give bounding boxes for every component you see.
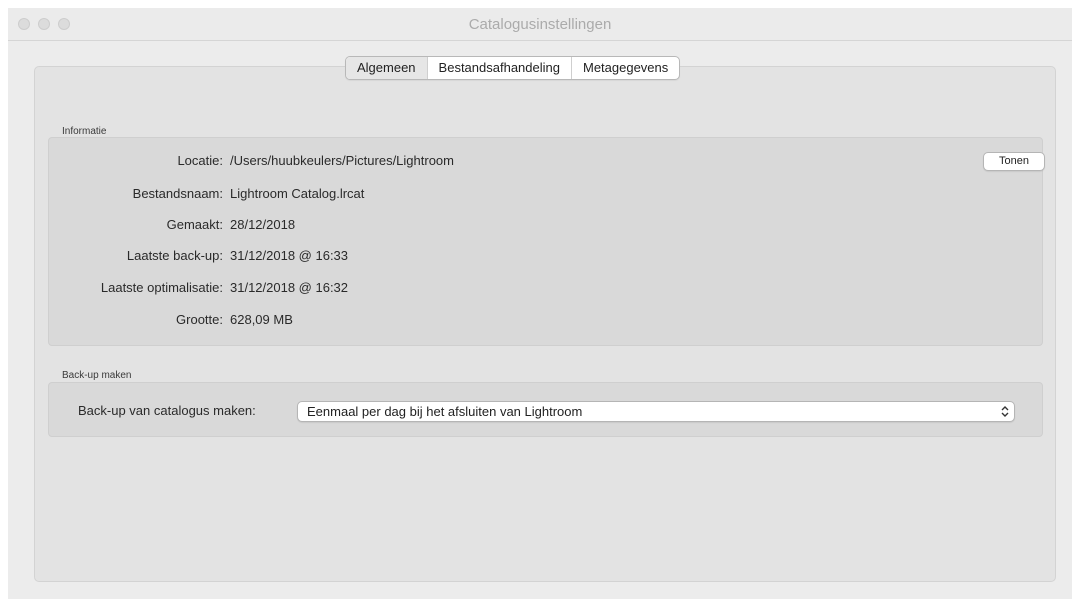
filename-label: Bestandsnaam: [132, 186, 223, 201]
info-row-size: Grootte: 628,09 MB [48, 312, 1043, 332]
info-row-location: Locatie: /Users/huubkeulers/Pictures/Lig… [48, 153, 1043, 173]
info-row-last-optimization: Laatste optimalisatie: 31/12/2018 @ 16:3… [48, 280, 1043, 300]
backup-frequency-label: Back-up van catalogus maken: [78, 403, 256, 418]
size-label: Grootte: [176, 312, 223, 327]
catalog-settings-window: Catalogusinstellingen Algemeen Bestandsa… [8, 8, 1072, 599]
filename-value: Lightroom Catalog.lrcat [230, 186, 365, 201]
show-location-button[interactable]: Tonen [983, 152, 1045, 171]
backup-frequency-select[interactable]: Eenmaal per dag bij het afsluiten van Li… [297, 401, 1015, 422]
info-row-filename: Bestandsnaam: Lightroom Catalog.lrcat [48, 186, 1043, 206]
up-down-chevron-icon [1001, 406, 1009, 417]
created-value: 28/12/2018 [230, 217, 296, 232]
last-backup-value: 31/12/2018 @ 16:33 [230, 248, 349, 263]
last-backup-label: Laatste back-up: [126, 248, 223, 263]
backup-section-label: Back-up maken [62, 370, 132, 381]
location-value: /Users/huubkeulers/Pictures/Lightroom [230, 153, 454, 168]
size-value: 628,09 MB [230, 312, 293, 327]
info-row-created: Gemaakt: 28/12/2018 [48, 217, 1043, 237]
last-optimization-label: Laatste optimalisatie: [100, 280, 223, 295]
info-rows: Locatie: /Users/huubkeulers/Pictures/Lig… [48, 8, 1043, 599]
created-label: Gemaakt: [166, 217, 223, 232]
info-row-last-backup: Laatste back-up: 31/12/2018 @ 16:33 [48, 248, 1043, 268]
backup-frequency-value: Eenmaal per dag bij het afsluiten van Li… [307, 404, 583, 419]
last-optimization-value: 31/12/2018 @ 16:32 [230, 280, 349, 295]
location-label: Locatie: [177, 153, 223, 168]
